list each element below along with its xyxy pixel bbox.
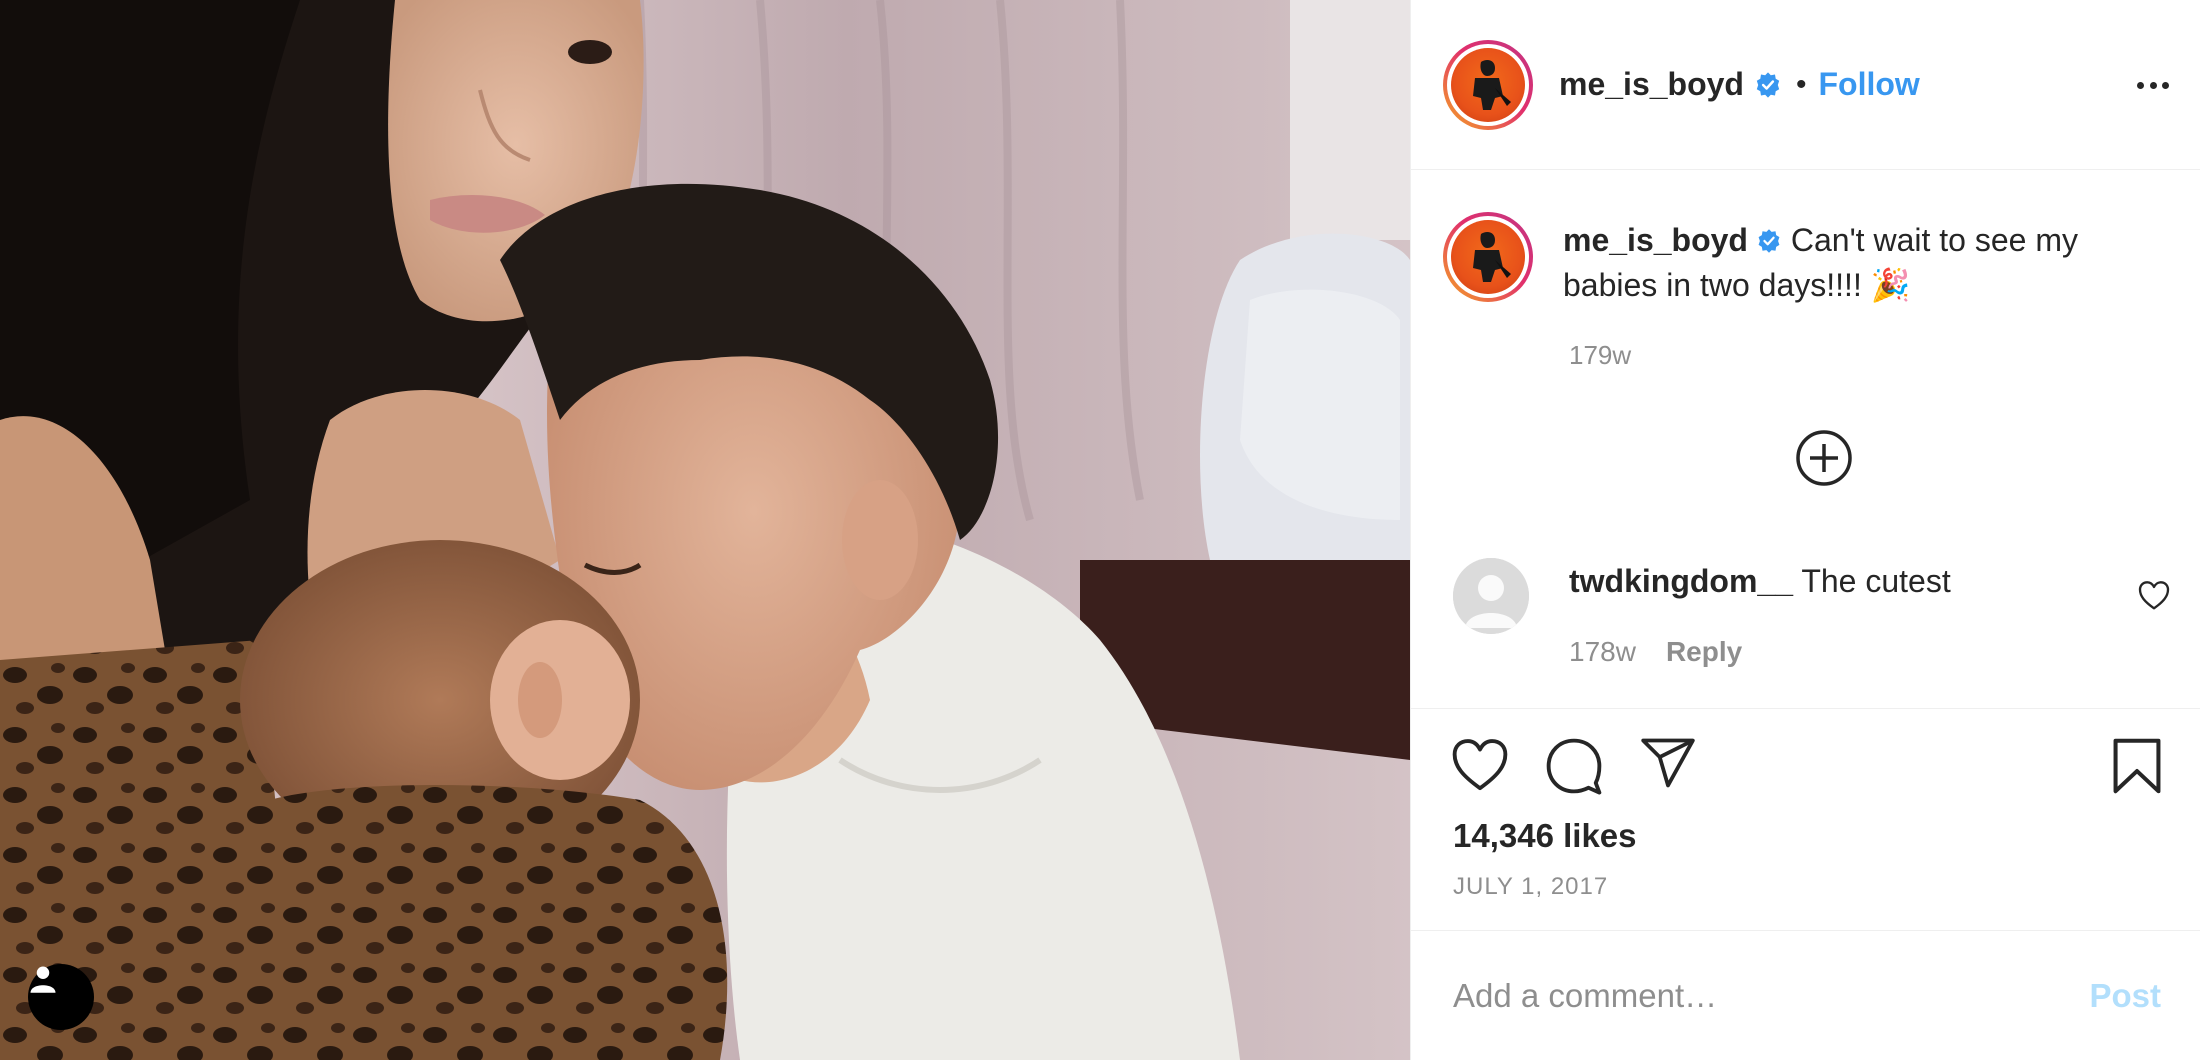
post-side-panel: me_is_boyd • Follow me_is_boyd Can't wai…: [1410, 0, 2200, 1060]
comment-timestamp[interactable]: 178w: [1569, 636, 1636, 668]
comment-item: twdkingdom__ The cutest: [1453, 558, 2173, 634]
author-username[interactable]: me_is_boyd: [1559, 66, 1744, 103]
caption-username[interactable]: me_is_boyd: [1563, 222, 1748, 258]
caption-timestamp[interactable]: 179w: [1569, 340, 1631, 371]
author-avatar[interactable]: [1443, 39, 1533, 130]
post-header: me_is_boyd • Follow: [1411, 0, 2200, 170]
comment-text-block: twdkingdom__ The cutest: [1569, 560, 1951, 634]
header-separator: •: [1795, 67, 1807, 101]
comment-reply-button[interactable]: Reply: [1666, 636, 1742, 668]
comment-meta: 178w Reply: [1569, 636, 1742, 668]
comment-text: The cutest: [1793, 563, 1951, 599]
tagged-users-button[interactable]: [28, 964, 94, 1030]
comment-input[interactable]: [1453, 976, 2090, 1015]
post-date[interactable]: JULY 1, 2017: [1453, 873, 1608, 901]
comment-heart-icon[interactable]: [2138, 580, 2170, 610]
default-avatar-icon: [1453, 558, 1529, 634]
verified-badge-icon: [1754, 71, 1782, 99]
plus-circle-icon[interactable]: [1795, 429, 1853, 487]
more-options-icon[interactable]: [2133, 68, 2173, 102]
comment-bubble-icon[interactable]: [1545, 737, 1603, 800]
post-actions: 14,346 likes JULY 1, 2017: [1411, 708, 2200, 930]
caption-author-avatar[interactable]: [1443, 212, 1533, 302]
author-avatar-image: [1473, 59, 1511, 110]
post-photo[interactable]: [0, 0, 1410, 1060]
bookmark-icon[interactable]: [2111, 737, 2163, 800]
post-comment-button[interactable]: Post: [2089, 977, 2161, 1015]
caption-avatar-image: [1473, 232, 1511, 282]
comment-username[interactable]: twdkingdom__: [1569, 563, 1793, 599]
paper-plane-icon[interactable]: [1639, 737, 1697, 794]
photo-illustration: [0, 0, 1410, 1060]
post-caption: me_is_boyd Can't wait to see my babies i…: [1443, 212, 2173, 306]
caption-text-block: me_is_boyd Can't wait to see my babies i…: [1563, 219, 2163, 306]
commenter-avatar[interactable]: [1453, 558, 1529, 634]
person-icon: [30, 966, 56, 993]
follow-button[interactable]: Follow: [1818, 66, 1919, 103]
caption-verified-icon: [1756, 222, 1782, 264]
comment-composer: Post: [1411, 930, 2200, 1060]
heart-icon[interactable]: [1451, 737, 1509, 796]
likes-count[interactable]: 14,346 likes: [1453, 817, 1637, 855]
